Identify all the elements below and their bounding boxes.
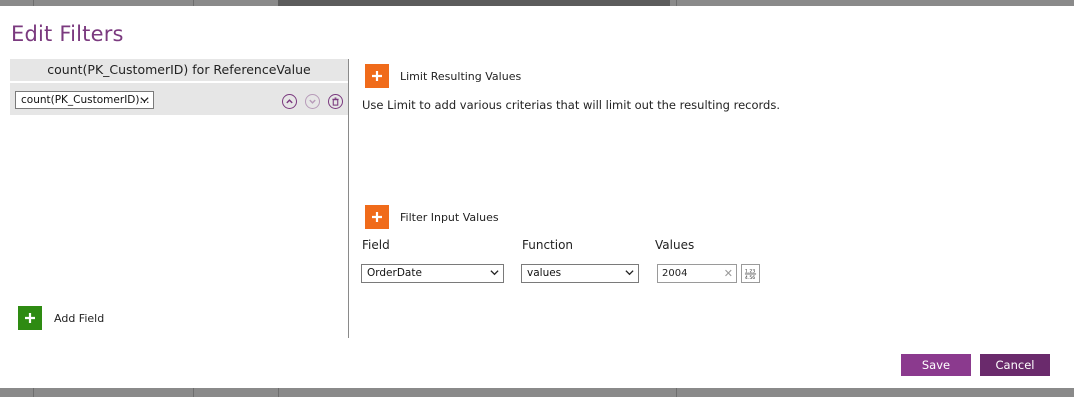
chevron-down-icon	[625, 270, 634, 276]
save-button[interactable]: Save	[901, 354, 971, 376]
filter-value-text: 2004	[662, 268, 688, 279]
cancel-button[interactable]: Cancel	[980, 354, 1050, 376]
filter-function-select[interactable]: values	[521, 264, 639, 283]
field-list-panel: count(PK_CustomerID) for ReferenceValue …	[10, 59, 348, 115]
field-header: count(PK_CustomerID) for ReferenceValue	[10, 59, 348, 83]
chevron-down-icon	[140, 97, 149, 103]
plus-icon	[372, 71, 382, 81]
limit-section-description: Use Limit to add various criterias that …	[362, 98, 780, 112]
clear-icon[interactable]: ✕	[724, 265, 733, 282]
add-field-button[interactable]	[18, 306, 42, 330]
panel-divider	[348, 59, 349, 338]
plus-icon	[25, 313, 35, 323]
trash-icon	[332, 97, 339, 106]
value-picker-button[interactable]: 1.23 4.56	[741, 264, 760, 283]
filter-section-title: Filter Input Values	[400, 211, 499, 224]
field-select[interactable]: count(PK_CustomerID)...	[15, 91, 154, 109]
field-row: count(PK_CustomerID)...	[10, 85, 348, 115]
field-select-value: count(PK_CustomerID)...	[21, 94, 150, 106]
delete-field-button[interactable]	[328, 94, 343, 109]
number-list-icon: 1.23 4.56	[744, 269, 757, 280]
filter-field-select[interactable]: OrderDate	[361, 264, 504, 283]
edit-filters-dialog: Edit Filters count(PK_CustomerID) for Re…	[0, 6, 1074, 388]
chevron-up-icon	[286, 99, 293, 104]
background-divider	[278, 388, 279, 397]
limit-section-title: Limit Resulting Values	[400, 70, 522, 83]
background-divider	[193, 388, 194, 397]
filter-field-value: OrderDate	[367, 267, 422, 279]
values-column-header: Values	[655, 238, 695, 252]
add-field-label: Add Field	[54, 312, 105, 325]
filter-value-input[interactable]: 2004 ✕	[657, 264, 737, 283]
dialog-title: Edit Filters	[11, 22, 124, 46]
chevron-down-icon	[490, 270, 499, 276]
add-limit-button[interactable]	[365, 64, 389, 88]
function-column-header: Function	[522, 238, 574, 252]
chevron-down-icon	[309, 99, 316, 104]
move-up-button[interactable]	[282, 94, 297, 109]
svg-text:4.56: 4.56	[745, 275, 755, 280]
background-divider	[33, 388, 34, 397]
filter-function-value: values	[527, 267, 562, 279]
move-down-button[interactable]	[305, 94, 320, 109]
field-column-header: Field	[362, 238, 390, 252]
add-filter-button[interactable]	[365, 205, 389, 229]
background-divider	[676, 388, 677, 397]
background-bottom-strip	[0, 388, 1074, 397]
plus-icon	[372, 212, 382, 222]
